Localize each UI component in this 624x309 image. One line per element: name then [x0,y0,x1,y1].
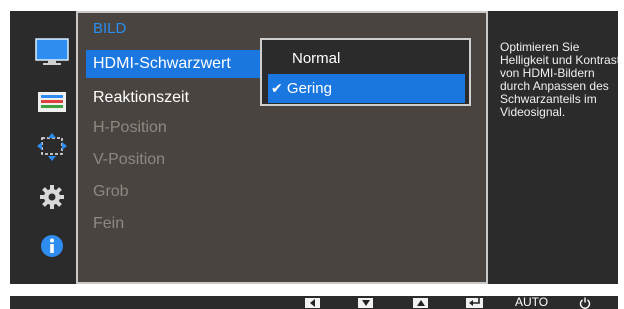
setup-gear-icon[interactable] [34,184,70,210]
description-panel: Optimieren Sie Helligkeit und Kontrast v… [490,11,618,284]
up-arrow-icon [413,297,428,308]
enter-icon [466,297,483,308]
auto-key[interactable]: AUTO [515,296,548,309]
information-icon[interactable] [34,233,70,259]
left-key[interactable] [305,296,320,309]
down-key[interactable] [358,296,373,309]
option-normal[interactable]: Normal [268,44,465,73]
left-arrow-icon [305,297,320,308]
power-key[interactable] [579,296,591,309]
option-label: Normal [292,50,341,67]
enter-key[interactable] [466,296,483,309]
auto-label: AUTO [515,295,549,309]
option-gering[interactable]: ✔ Gering [268,74,465,103]
picture-icon[interactable] [34,38,70,65]
checkmark-icon: ✔ [271,81,283,97]
menu-item-coarse: Grob [93,183,129,200]
category-rail [10,11,76,284]
power-icon [579,297,591,309]
menu-item-fine: Fein [93,215,125,232]
menu-title: BILD [93,20,127,37]
option-submenu: Normal ✔ Gering [260,38,471,106]
option-label: Gering [286,80,332,97]
up-key[interactable] [413,296,428,309]
menu-item-h-position: H-Position [93,119,167,136]
menu-item-v-position: V-Position [93,151,166,168]
down-arrow-icon [358,297,373,308]
menu-item-hdmi-black-level[interactable]: HDMI-Schwarzwert [86,50,262,78]
size-position-icon[interactable] [34,133,70,161]
color-icon[interactable] [34,89,70,115]
description-text: Optimieren Sie Helligkeit und Kontrast v… [500,40,618,119]
menu-item-response-time[interactable]: Reaktionszeit [86,84,262,112]
